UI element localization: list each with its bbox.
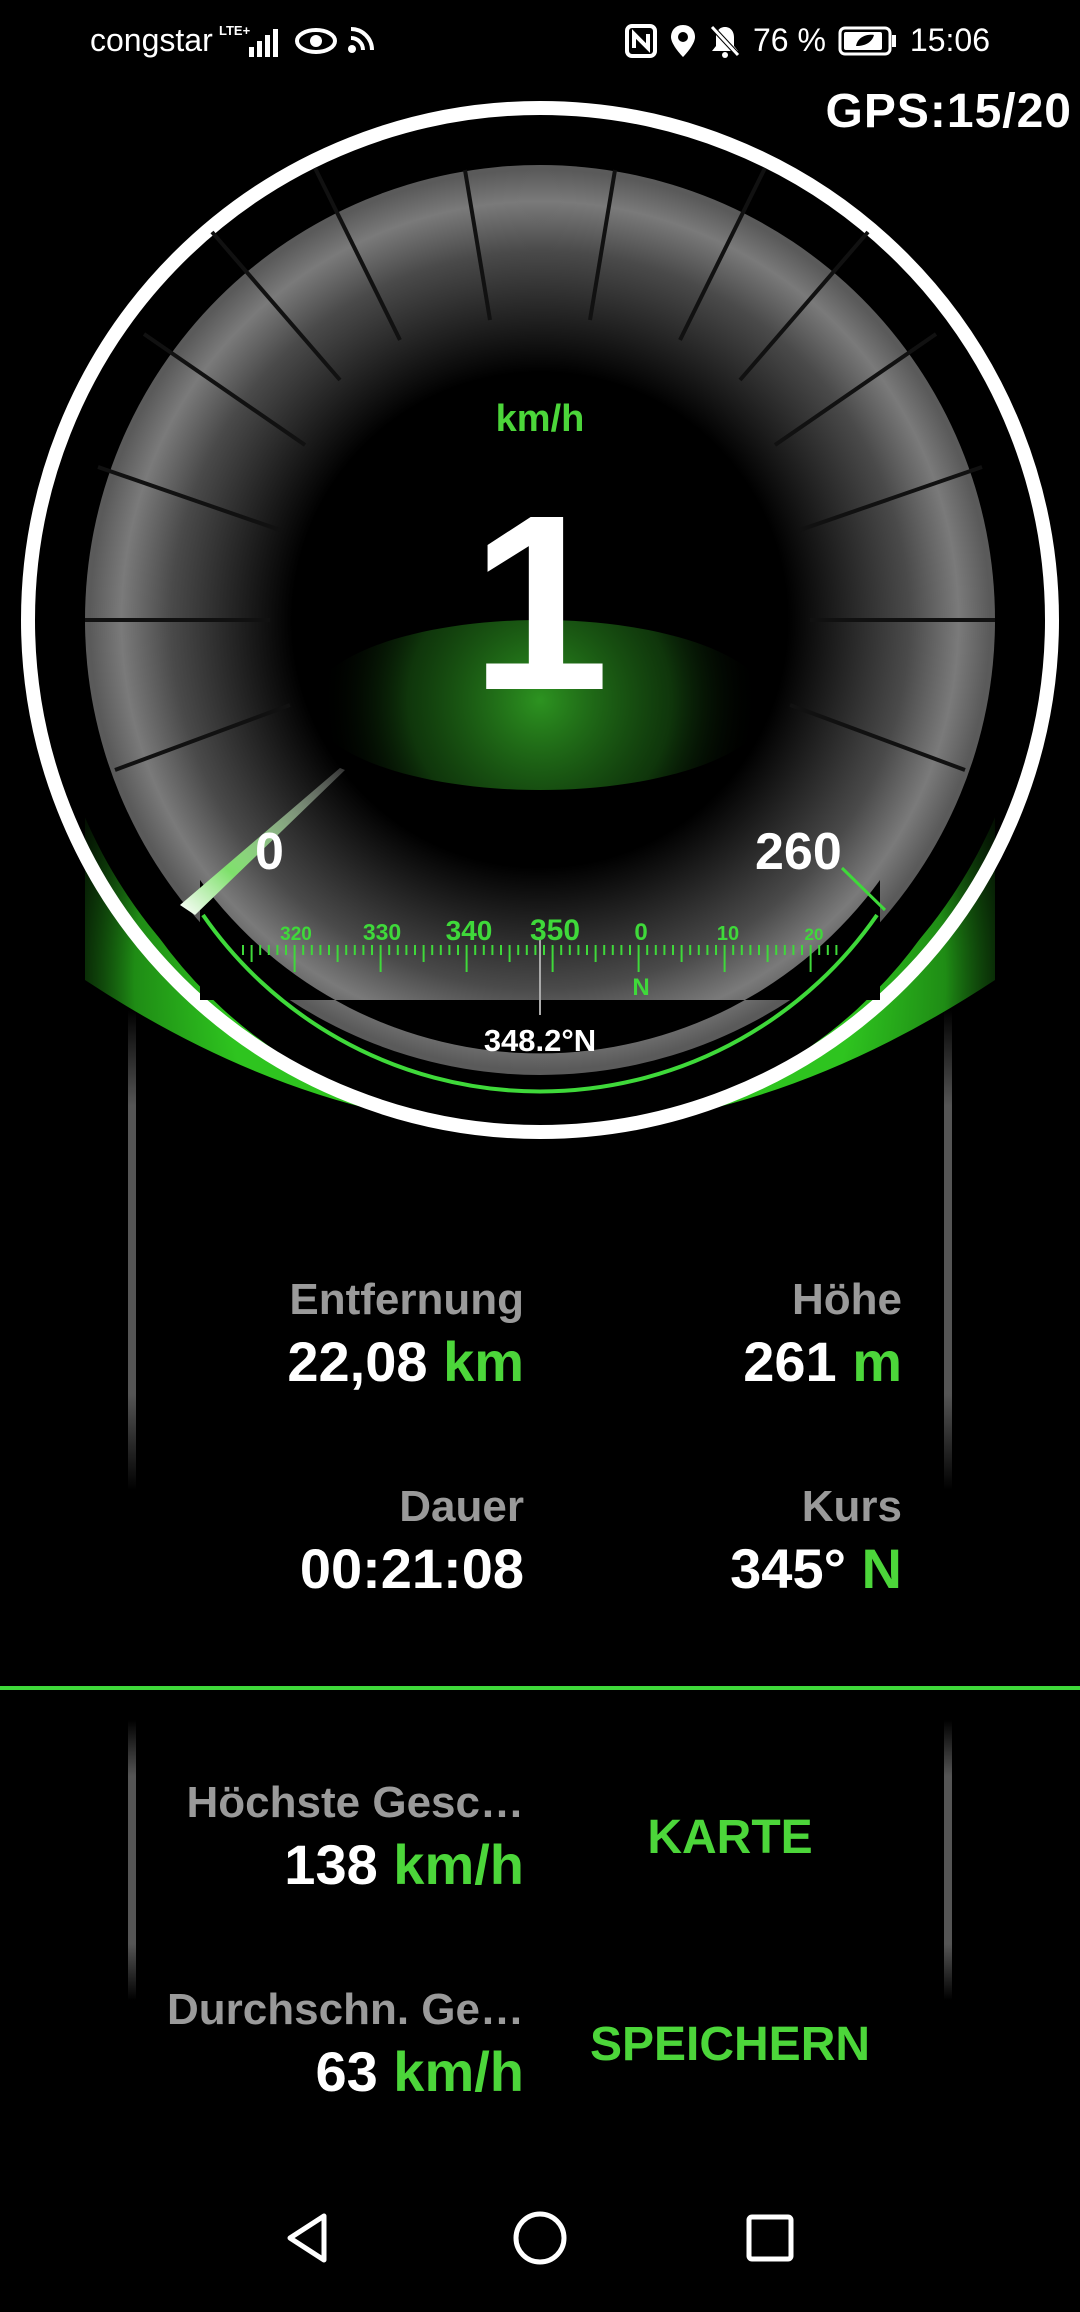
navigation-bar	[0, 2162, 1080, 2312]
avg-speed-stat: Durchschn. Ge… 63 km/h	[160, 1985, 524, 2104]
clock-time: 15:06	[909, 22, 990, 58]
distance-value: 22,08	[287, 1330, 428, 1393]
distance-stat: Entfernung 22,08 km	[180, 1275, 524, 1394]
left-frame-bar-lower	[128, 1720, 136, 2000]
compass-tick-0: 0	[634, 919, 647, 946]
max-speed-value-line: 138 km/h	[160, 1832, 524, 1897]
distance-unit: km	[443, 1330, 524, 1393]
signal-icon: LTE+	[219, 23, 289, 59]
left-frame-bar	[128, 1010, 136, 1490]
duration-value: 00:21:08	[299, 1537, 524, 1600]
compass-tick-340: 340	[446, 915, 493, 946]
speed-unit: km/h	[495, 398, 585, 440]
altitude-stat: Höhe 261 m	[600, 1275, 902, 1394]
compass-tick-10: 10	[717, 923, 739, 945]
distance-label: Entfernung	[289, 1275, 524, 1324]
distance-value-line: 22,08 km	[180, 1329, 524, 1394]
carrier-name: congstar	[90, 22, 213, 58]
max-speed-label: Höchste Gesc…	[186, 1778, 524, 1827]
scale-max-label: 260	[755, 823, 842, 881]
eye-icon	[294, 26, 337, 56]
recents-icon[interactable]	[730, 2198, 810, 2278]
course-stat: Kurs 345° N	[600, 1482, 902, 1601]
map-button[interactable]: KARTE	[580, 1810, 880, 1865]
course-value: 345°	[730, 1537, 846, 1600]
altitude-unit: m	[852, 1330, 902, 1393]
course-label: Kurs	[801, 1482, 902, 1531]
altitude-label: Höhe	[792, 1275, 902, 1324]
section-divider	[0, 1686, 1080, 1690]
avg-speed-unit: km/h	[393, 2040, 524, 2103]
compass-north-label: N	[632, 974, 649, 1001]
right-frame-bar-lower	[944, 1720, 952, 2000]
heading-value: 348.2°N	[483, 1023, 597, 1058]
avg-speed-value: 63	[315, 2040, 378, 2103]
battery-icon	[838, 26, 898, 56]
scale-min-label: 0	[255, 823, 284, 881]
altitude-value-line: 261 m	[600, 1329, 902, 1394]
save-button[interactable]: SPEICHERN	[560, 2017, 900, 2072]
nfc-icon	[624, 23, 657, 58]
course-value-line: 345° N	[600, 1536, 902, 1601]
location-icon	[669, 23, 697, 59]
right-frame-bar	[944, 1010, 952, 1490]
status-right: 76 % 15:06	[624, 22, 990, 59]
avg-speed-value-line: 63 km/h	[160, 2039, 524, 2104]
network-type: LTE+	[219, 23, 251, 38]
max-speed-value: 138	[284, 1833, 378, 1896]
status-left: congstar LTE+	[90, 22, 377, 59]
avg-speed-label: Durchschn. Ge…	[167, 1985, 524, 2034]
altitude-value: 261	[743, 1330, 837, 1393]
max-speed-stat: Höchste Gesc… 138 km/h	[160, 1778, 524, 1897]
home-icon[interactable]	[500, 2198, 580, 2278]
status-bar: congstar LTE+ 76 % 15:06	[0, 0, 1080, 84]
duration-stat: Dauer 00:21:08	[180, 1482, 524, 1601]
course-unit: N	[861, 1537, 902, 1600]
compass-tick-20: 20	[805, 925, 824, 944]
mute-icon	[709, 24, 741, 58]
back-icon[interactable]	[268, 2198, 348, 2278]
compass-tick-320: 320	[280, 924, 312, 945]
current-speed: 1	[470, 463, 610, 742]
battery-percent: 76 %	[752, 22, 826, 58]
duration-label: Dauer	[399, 1482, 524, 1531]
compass-tick-330: 330	[363, 919, 401, 945]
hotspot-icon	[343, 24, 377, 58]
max-speed-unit: km/h	[393, 1833, 524, 1896]
compass-tick-350: 350	[530, 914, 580, 947]
